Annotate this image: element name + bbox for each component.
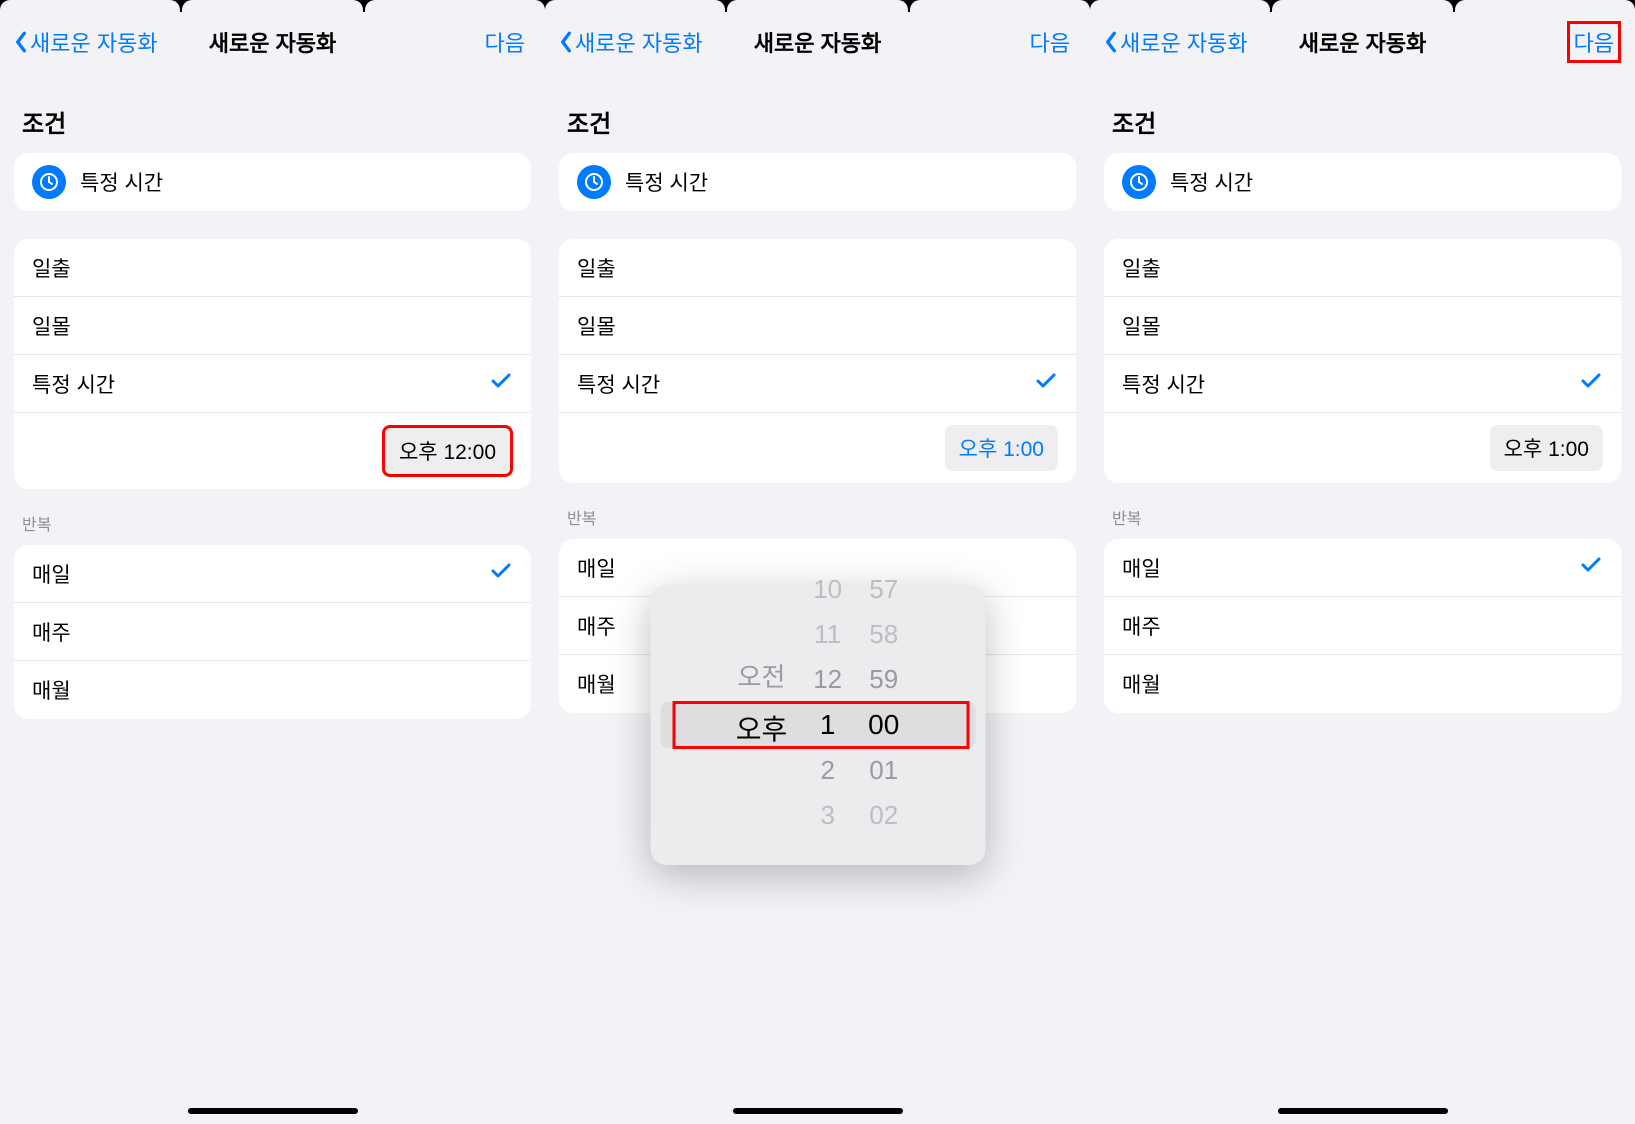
home-indicator [733, 1108, 903, 1114]
specific-time-option[interactable]: 특정 시간 [14, 355, 531, 413]
specific-time-header: 특정 시간 [559, 153, 1076, 211]
check-icon [1579, 553, 1603, 583]
home-indicator [188, 1108, 358, 1114]
ampm-selected: 오후 [736, 708, 788, 748]
chevron-left-icon [1104, 31, 1118, 53]
time-value-row: 오후 12:00 [14, 413, 531, 489]
clock-icon [1122, 165, 1156, 199]
home-indicator [1278, 1108, 1448, 1114]
sunrise-option[interactable]: 일출 [559, 239, 1076, 297]
check-icon [1579, 369, 1603, 399]
section-condition-title: 조건 [567, 104, 1068, 139]
navbar: 새로운 자동화 새로운 자동화 다음 [1090, 12, 1635, 72]
next-button[interactable]: 다음 [479, 24, 531, 60]
ampm-column[interactable]: 오전 오후 [736, 567, 788, 883]
screen-2: 새로운 자동화 새로운 자동화 다음 조건 특정 시간 일출 일몰 특정 시간 … [545, 0, 1090, 1124]
repeat-monthly[interactable]: 매월 [14, 661, 531, 719]
time-options-card: 일출 일몰 특정 시간 오후 1:00 [1104, 239, 1621, 483]
navbar: 새로운 자동화 새로운 자동화 다음 [545, 12, 1090, 72]
time-options-card: 일출 일몰 특정 시간 오후 12:00 [14, 239, 531, 489]
specific-time-option[interactable]: 특정 시간 [559, 355, 1076, 413]
clock-icon [577, 165, 611, 199]
next-button[interactable]: 다음 [1024, 24, 1076, 60]
check-icon [489, 369, 513, 399]
specific-time-option[interactable]: 특정 시간 [1104, 355, 1621, 413]
page-title: 새로운 자동화 [754, 26, 882, 58]
specific-time-header: 특정 시간 [14, 153, 531, 211]
specific-time-label: 특정 시간 [625, 167, 708, 197]
sunset-option[interactable]: 일몰 [14, 297, 531, 355]
status-tabs [1090, 0, 1635, 12]
page-title: 새로운 자동화 [1299, 26, 1427, 58]
page-title: 새로운 자동화 [209, 26, 337, 58]
back-button[interactable]: 새로운 자동화 [14, 26, 158, 58]
time-chip[interactable]: 오후 12:00 [382, 425, 513, 477]
next-button[interactable]: 다음 [1567, 21, 1621, 63]
status-tabs [0, 0, 545, 12]
ampm-prev: 오전 [738, 657, 786, 694]
status-tabs [545, 0, 1090, 12]
condition-header-card: 특정 시간 [14, 153, 531, 211]
repeat-weekly[interactable]: 매주 [14, 603, 531, 661]
back-label: 새로운 자동화 [1120, 26, 1248, 58]
screen-1: 새로운 자동화 새로운 자동화 다음 조건 특정 시간 일출 일몰 특정 시간 … [0, 0, 545, 1124]
repeat-monthly[interactable]: 매월 [1104, 655, 1621, 713]
back-label: 새로운 자동화 [30, 26, 158, 58]
chevron-left-icon [559, 31, 573, 53]
hour-column[interactable]: 10 11 12 1 2 3 [813, 574, 842, 876]
repeat-card: 매일 매주 매월 [1104, 539, 1621, 713]
specific-time-label: 특정 시간 [80, 167, 163, 197]
back-button[interactable]: 새로운 자동화 [559, 26, 703, 58]
condition-header-card: 특정 시간 [1104, 153, 1621, 211]
specific-time-header: 특정 시간 [1104, 153, 1621, 211]
sunset-option[interactable]: 일몰 [559, 297, 1076, 355]
back-label: 새로운 자동화 [575, 26, 703, 58]
repeat-card: 매일 매주 매월 [14, 545, 531, 719]
check-icon [1034, 369, 1058, 399]
section-repeat-title: 반복 [1112, 505, 1613, 529]
section-condition-title: 조건 [1112, 104, 1613, 139]
section-condition-title: 조건 [22, 104, 523, 139]
clock-icon [32, 165, 66, 199]
sunset-option[interactable]: 일몰 [1104, 297, 1621, 355]
chevron-left-icon [14, 31, 28, 53]
check-icon [489, 559, 513, 589]
section-repeat-title: 반복 [22, 511, 523, 535]
section-repeat-title: 반복 [567, 505, 1068, 529]
minute-column[interactable]: 57 58 59 00 01 02 [868, 574, 899, 876]
sunrise-option[interactable]: 일출 [1104, 239, 1621, 297]
back-button[interactable]: 새로운 자동화 [1104, 26, 1248, 58]
time-value-row: 오후 1:00 [1104, 413, 1621, 483]
condition-header-card: 특정 시간 [559, 153, 1076, 211]
time-picker-popover[interactable]: 오전 오후 10 11 12 1 2 3 57 58 59 00 01 [650, 585, 985, 865]
time-value-row: 오후 1:00 [559, 413, 1076, 483]
sunrise-option[interactable]: 일출 [14, 239, 531, 297]
screen-3: 새로운 자동화 새로운 자동화 다음 조건 특정 시간 일출 일몰 특정 시간 … [1090, 0, 1635, 1124]
repeat-daily[interactable]: 매일 [1104, 539, 1621, 597]
navbar: 새로운 자동화 새로운 자동화 다음 [0, 12, 545, 72]
picker-columns: 오전 오후 10 11 12 1 2 3 57 58 59 00 01 [736, 567, 900, 883]
time-options-card: 일출 일몰 특정 시간 오후 1:00 [559, 239, 1076, 483]
minute-selected: 00 [868, 709, 899, 741]
time-chip[interactable]: 오후 1:00 [945, 425, 1058, 471]
time-chip[interactable]: 오후 1:00 [1490, 425, 1603, 471]
hour-selected: 1 [820, 709, 836, 741]
specific-time-label: 특정 시간 [1170, 167, 1253, 197]
repeat-weekly[interactable]: 매주 [1104, 597, 1621, 655]
repeat-daily[interactable]: 매일 [14, 545, 531, 603]
